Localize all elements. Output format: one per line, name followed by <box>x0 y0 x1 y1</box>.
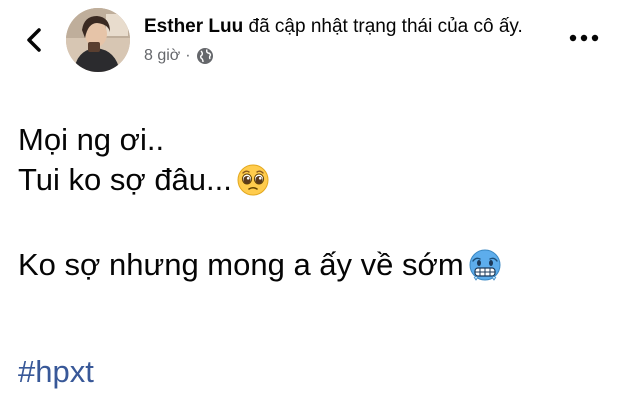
post-action-text: đã cập nhật trạng thái của cô ấy. <box>243 16 523 37</box>
post-text-2: Tui ko sợ đâu... <box>18 162 232 197</box>
avatar-photo <box>66 8 130 72</box>
hashtag-row: #hpxt <box>18 352 94 392</box>
avatar[interactable] <box>66 8 130 72</box>
globe-icon[interactable] <box>196 47 214 65</box>
chevron-left-icon <box>27 28 41 52</box>
post-line-3: Ko sợ nhưng mong a ấy về sớm <box>18 245 608 285</box>
pleading-face-icon <box>235 162 271 198</box>
back-button[interactable] <box>18 22 50 58</box>
post-body: Mọi ng ơi.. Tui ko sợ đâu... Ko sợ nhưng… <box>18 120 608 285</box>
post-meta: 8 giờ · <box>144 47 544 65</box>
author-name[interactable]: Esther Luu <box>144 16 243 37</box>
post-headline: Esther Luu đã cập nhật trạng thái của cô… <box>144 14 544 39</box>
post-line-2: Tui ko sợ đâu... <box>18 160 608 200</box>
cold-face-icon <box>467 247 503 283</box>
post-header: Esther Luu đã cập nhật trạng thái của cô… <box>144 14 544 65</box>
more-horizontal-icon <box>569 34 599 42</box>
post-text-3: Ko sợ nhưng mong a ấy về sớm <box>18 247 464 282</box>
post-line-break <box>18 200 608 245</box>
post-timestamp[interactable]: 8 giờ <box>144 47 180 65</box>
post-text-1: Mọi ng ơi.. <box>18 122 165 157</box>
meta-separator: · <box>185 47 191 64</box>
post-line-1: Mọi ng ơi.. <box>18 120 608 160</box>
more-options-button[interactable] <box>566 28 602 48</box>
post-screen: Esther Luu đã cập nhật trạng thái của cô… <box>0 0 620 401</box>
hashtag-link[interactable]: #hpxt <box>18 354 94 389</box>
